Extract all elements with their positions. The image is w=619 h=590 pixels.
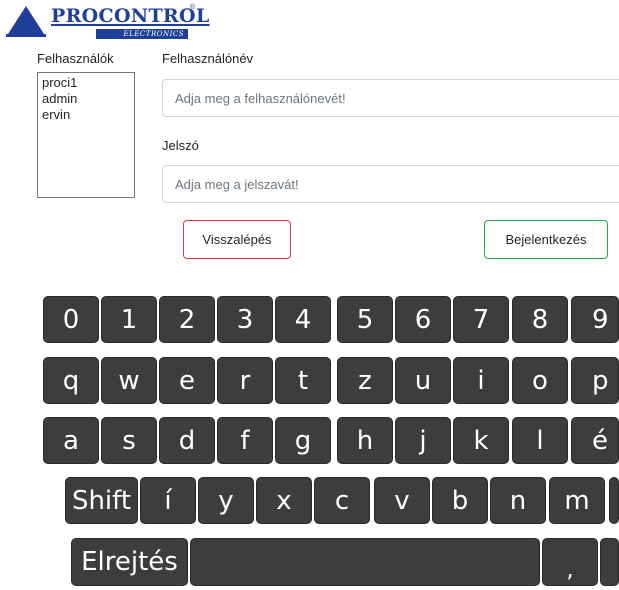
key-a[interactable]: a <box>43 417 99 464</box>
key-b[interactable]: b <box>432 477 488 524</box>
key-c[interactable]: c <box>314 477 370 524</box>
key-z[interactable]: z <box>337 357 393 404</box>
key-5[interactable]: 5 <box>337 296 393 343</box>
key-n[interactable]: n <box>490 477 546 524</box>
key-x[interactable]: x <box>256 477 312 524</box>
key-partial-2[interactable] <box>600 538 619 586</box>
key-r[interactable]: r <box>217 357 273 404</box>
key-h[interactable]: h <box>337 417 393 464</box>
key-j[interactable]: j <box>395 417 451 464</box>
key-u[interactable]: u <box>395 357 451 404</box>
user-item-admin[interactable]: admin <box>42 91 130 107</box>
triangle-logo-icon <box>6 6 46 37</box>
key-p[interactable]: p <box>571 357 619 404</box>
key-v[interactable]: v <box>374 477 430 524</box>
key-9[interactable]: 9 <box>571 296 619 343</box>
key-o[interactable]: o <box>512 357 568 404</box>
key-m[interactable]: m <box>549 477 605 524</box>
key-i-acute[interactable]: í <box>140 477 196 524</box>
logo-wordmark: PROCONTROL <box>51 5 210 27</box>
user-item-proci1[interactable]: proci1 <box>42 75 130 91</box>
password-label: Jelszó <box>162 138 199 153</box>
username-input[interactable] <box>162 79 619 117</box>
key-2[interactable]: 2 <box>159 296 215 343</box>
users-listbox[interactable]: proci1 admin ervin <box>37 72 135 198</box>
key-k[interactable]: k <box>453 417 509 464</box>
key-0[interactable]: 0 <box>43 296 99 343</box>
key-6[interactable]: 6 <box>395 296 451 343</box>
password-input[interactable] <box>162 165 619 203</box>
key-s[interactable]: s <box>101 417 157 464</box>
key-d[interactable]: d <box>159 417 215 464</box>
key-t[interactable]: t <box>275 357 331 404</box>
key-q[interactable]: q <box>43 357 99 404</box>
key-g[interactable]: g <box>275 417 331 464</box>
key-f[interactable]: f <box>217 417 273 464</box>
key-i[interactable]: i <box>453 357 509 404</box>
key-4[interactable]: 4 <box>275 296 331 343</box>
user-item-ervin[interactable]: ervin <box>42 107 130 123</box>
key-1[interactable]: 1 <box>101 296 157 343</box>
back-button[interactable]: Visszalépés <box>183 220 291 259</box>
key-y[interactable]: y <box>198 477 254 524</box>
key-7[interactable]: 7 <box>453 296 509 343</box>
username-label: Felhasználónév <box>162 51 254 66</box>
key-comma[interactable]: , <box>542 538 598 586</box>
space-key[interactable] <box>190 538 540 586</box>
key-8[interactable]: 8 <box>512 296 568 343</box>
key-3[interactable]: 3 <box>217 296 273 343</box>
login-button[interactable]: Bejelentkezés <box>484 220 608 259</box>
registered-mark: ® <box>190 4 196 11</box>
procontrol-logo: PROCONTROL ® ELECTRONICS <box>6 4 209 40</box>
logo-subtitle: ELECTRONICS <box>96 29 188 39</box>
shift-key[interactable]: Shift <box>65 477 138 524</box>
users-label: Felhasználók <box>37 51 114 66</box>
key-l[interactable]: l <box>512 417 568 464</box>
key-e[interactable]: e <box>159 357 215 404</box>
hide-keyboard-key[interactable]: Elrejtés <box>71 538 188 586</box>
key-partial[interactable] <box>609 477 619 524</box>
key-e-acute[interactable]: é <box>571 417 619 464</box>
key-w[interactable]: w <box>101 357 157 404</box>
